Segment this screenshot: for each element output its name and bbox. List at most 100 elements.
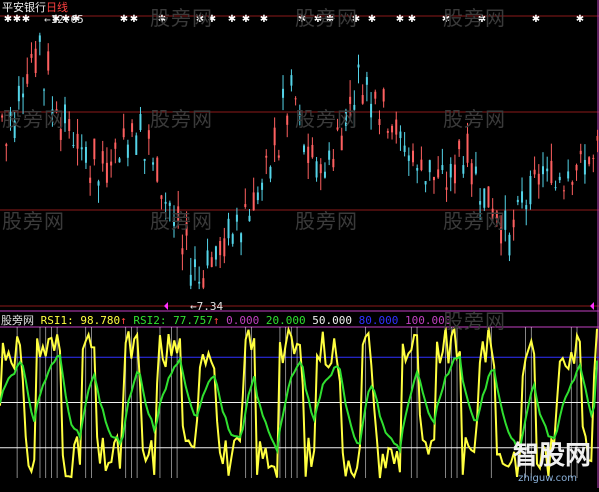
candle-body (382, 89, 385, 102)
signal-marker: ✱ (408, 14, 416, 25)
indicator-legend: 股旁网 RSI1: 98.780↑ RSI2: 77.757↑ 0.000 20… (1, 315, 451, 327)
candle-body (68, 119, 71, 132)
candle-body (453, 164, 456, 184)
high-price-label: ←12.65 (44, 14, 84, 26)
candle-body (546, 168, 549, 172)
candle-body (252, 192, 255, 211)
candle-body (17, 85, 20, 102)
candle-body (47, 51, 50, 71)
watermark: 股旁网 (443, 107, 506, 131)
candle-body (89, 177, 92, 183)
candle-body (5, 144, 8, 147)
signal-marker: ✱ (130, 14, 138, 25)
candle-body (302, 145, 305, 153)
candle-body (126, 144, 129, 158)
candle-body (223, 238, 226, 257)
candle-body (579, 150, 582, 155)
candle-body (189, 274, 192, 286)
rsi2-arrow: ↑ (212, 314, 220, 327)
candle-body (567, 171, 570, 179)
candle-body (332, 158, 335, 168)
candle-body (294, 98, 297, 100)
rsi1-arrow: ↑ (120, 314, 127, 327)
chart-stage: ✱ ✱ ✱ ✱ ✱ ✱ ✱ ✱ ✱ ✱ ✱ ✱ ✱ ✱ ✱ ✱ ✱ ✱ ✱ ✱ ✱ ✱ ✱ ✱ ✱ 平安银行日线 ←12.65 … (0, 0, 599, 488)
candle-body (462, 165, 465, 174)
watermark: 股旁网 (443, 6, 506, 30)
watermark: 股旁网 (443, 309, 506, 333)
brand-label: 股旁网 (1, 314, 34, 327)
candle-body (181, 248, 184, 255)
candle-body (311, 144, 314, 158)
candle-body (210, 257, 213, 267)
candle-body (596, 135, 599, 141)
site-logo-url: zhiguw.com (518, 473, 577, 484)
candle-body (135, 135, 138, 155)
candle-body (43, 89, 46, 91)
candle-body (537, 173, 540, 185)
signal-marker: ✱ (368, 14, 376, 25)
rsi1-name: RSI1: (40, 314, 74, 327)
candle-body (424, 181, 427, 185)
signal-marker: ✱ (22, 14, 30, 25)
rsi2-value: 77.757 (173, 314, 213, 327)
rsi2-line (0, 354, 598, 455)
candle-body (395, 119, 398, 135)
candle-body (282, 88, 285, 98)
candle-body (156, 157, 159, 182)
site-logo: 智股网 (512, 441, 591, 471)
level-50: 50.000 (312, 314, 352, 327)
candle-body (93, 138, 96, 160)
candle-body (72, 144, 75, 146)
candle-body (38, 35, 41, 42)
candle-body (84, 146, 87, 163)
watermark: 股旁网 (295, 107, 358, 131)
signal-marker: ✱ (4, 14, 12, 25)
candle-body (420, 159, 423, 171)
watermark: 股旁网 (295, 6, 358, 30)
candle-body (30, 53, 33, 58)
candle-body (365, 77, 368, 85)
candle-body (26, 74, 29, 84)
candle-body (403, 145, 406, 152)
candle-body (466, 133, 469, 163)
low-arrow: ← (190, 300, 197, 313)
signal-marker: ✱ (120, 14, 128, 25)
candle-body (273, 127, 276, 146)
candle-body (139, 113, 142, 130)
candle-body (319, 164, 322, 174)
candle-body (323, 171, 326, 178)
candle-body (550, 160, 553, 184)
candle-body (554, 187, 557, 189)
rsi2-name: RSI2: (133, 314, 167, 327)
cycle-marker (590, 302, 594, 310)
signal-marker: ✱ (13, 14, 21, 25)
candle-body (562, 190, 565, 192)
candle-body (227, 218, 230, 239)
candle-body (592, 157, 595, 159)
candle-body (361, 95, 364, 104)
level-20: 20.000 (265, 314, 306, 327)
candle-body (101, 151, 104, 164)
candle-body (131, 123, 134, 132)
candle-body (432, 176, 435, 181)
candle-body (286, 115, 289, 125)
candle-body (407, 155, 410, 161)
level-80: 80.000 (358, 314, 399, 327)
candle-body (244, 204, 247, 207)
candle-body (512, 219, 515, 228)
high-value: 12.65 (50, 13, 84, 26)
signal-marker: ✱ (242, 14, 250, 25)
candle-body (160, 195, 163, 199)
candle-body (80, 147, 83, 150)
candle-body (370, 103, 373, 118)
watermark: 股旁网 (150, 107, 213, 131)
candle-body (525, 205, 528, 210)
candle-body (76, 133, 79, 149)
candle-body (193, 259, 196, 268)
candle-body (458, 140, 461, 150)
candle-body (277, 155, 280, 158)
candle-body (575, 164, 578, 171)
candle-body (441, 165, 444, 171)
candle-body (202, 278, 205, 288)
candle-body (571, 182, 574, 185)
